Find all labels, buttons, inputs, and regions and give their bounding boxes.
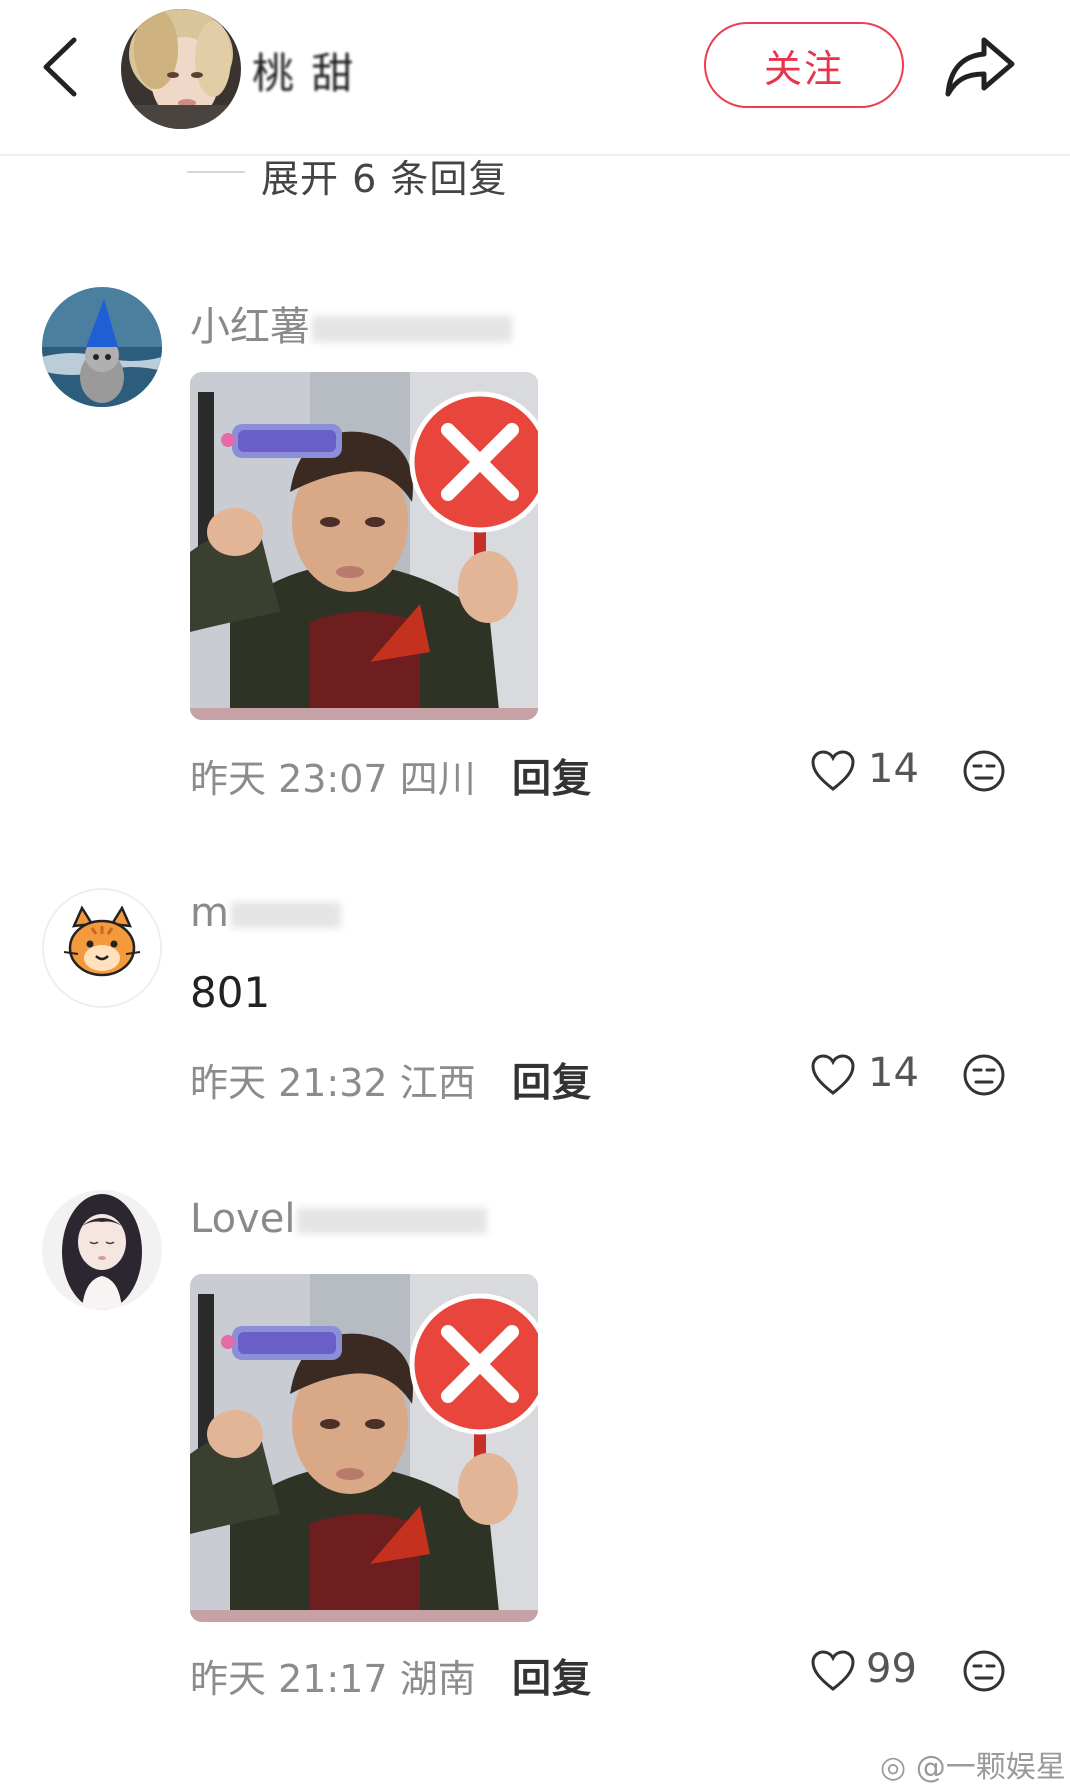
comment-location: 江西 <box>399 1061 476 1105</box>
comment-image[interactable] <box>190 372 538 720</box>
like-count: 99 <box>866 1646 917 1692</box>
like-button[interactable] <box>810 749 856 793</box>
chevron-left-icon <box>43 37 77 97</box>
follow-button[interactable]: 关注 <box>704 22 904 108</box>
username-redaction <box>312 316 512 342</box>
dislike-button[interactable] <box>962 1649 1006 1693</box>
dislike-button[interactable] <box>962 1053 1006 1097</box>
comment-username[interactable]: m <box>190 890 341 936</box>
comment-text: 801 <box>190 968 271 1017</box>
comment-meta: 昨天 21:17 湖南 <box>190 1648 476 1703</box>
username-text: 小红薯 <box>190 304 310 350</box>
weibo-icon: ◎ <box>880 1750 907 1785</box>
like-count: 14 <box>868 746 919 792</box>
avatar[interactable] <box>42 1190 162 1310</box>
comment-time: 昨天 21:32 <box>190 1061 388 1105</box>
author-avatar[interactable] <box>121 9 241 129</box>
avatar[interactable] <box>42 888 162 1008</box>
like-count: 14 <box>868 1050 919 1096</box>
expand-replies-link[interactable]: 展开 6 条回复 <box>261 148 507 203</box>
comment-meta: 昨天 23:07 四川 <box>190 748 476 803</box>
dislike-button[interactable] <box>962 749 1006 793</box>
username-text: Lovel <box>190 1196 296 1242</box>
username-redaction <box>230 902 341 928</box>
share-icon <box>945 37 1015 97</box>
heart-icon <box>811 750 855 791</box>
share-button[interactable] <box>940 26 1020 106</box>
username-redaction <box>297 1208 488 1234</box>
reply-button[interactable]: 回复 <box>512 1052 592 1108</box>
author-name[interactable]: 桃 甜 <box>252 40 355 101</box>
top-bar: 桃 甜 关注 <box>0 0 1070 156</box>
avatar[interactable] <box>42 287 162 407</box>
meh-face-icon <box>963 1054 1005 1096</box>
meh-face-icon <box>963 1650 1005 1692</box>
reply-button[interactable]: 回复 <box>512 1648 592 1704</box>
comment-username[interactable]: 小红薯 <box>190 294 512 352</box>
comment-location: 四川 <box>399 757 476 801</box>
comment-time: 昨天 23:07 <box>190 757 388 801</box>
like-button[interactable] <box>810 1053 856 1097</box>
divider-line <box>187 171 245 173</box>
heart-icon <box>811 1054 855 1095</box>
watermark-text: @一颗娱星 <box>915 1750 1066 1785</box>
comment-image[interactable] <box>190 1274 538 1622</box>
meh-face-icon <box>963 750 1005 792</box>
comment-location: 湖南 <box>399 1657 476 1701</box>
comment-username[interactable]: Lovel <box>190 1196 488 1242</box>
comment-time: 昨天 21:17 <box>190 1657 388 1701</box>
watermark: ◎ @一颗娱星 <box>880 1742 1066 1786</box>
reply-button[interactable]: 回复 <box>512 748 592 804</box>
username-text: m <box>190 890 229 936</box>
comment-meta: 昨天 21:32 江西 <box>190 1052 476 1107</box>
heart-icon <box>811 1650 855 1691</box>
back-button[interactable] <box>34 32 92 102</box>
like-button[interactable] <box>810 1649 856 1693</box>
